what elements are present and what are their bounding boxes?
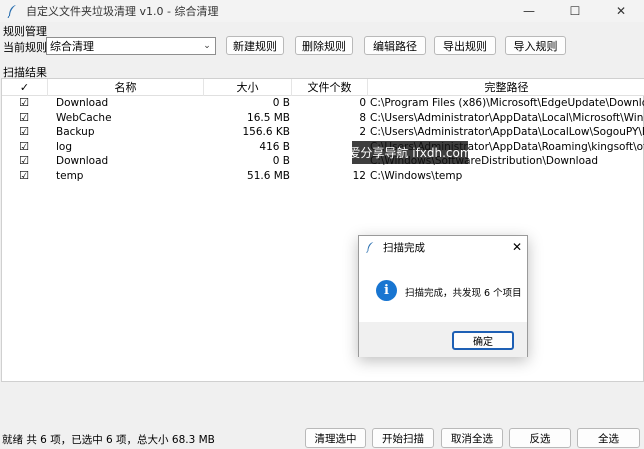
row-name: Download [56,97,109,109]
info-icon: i [376,280,397,301]
maximize-button[interactable]: ☐ [552,0,598,22]
column-header-size[interactable]: 大小 [204,79,292,96]
row-checkbox[interactable]: ☑ [16,140,32,155]
table-row[interactable]: ☑ Backup 156.6 KB 2 C:\Users\Administrat… [2,125,644,140]
rule-row: 当前规则: 综合清理 ⌄ 新建规则 删除规则 编辑路径 导出规则 导入规则 [0,36,644,56]
row-checkbox[interactable]: ☑ [16,111,32,126]
ok-button[interactable]: 确定 [452,331,514,350]
row-path: C:\Users\Administrator\AppData\Local\Mic… [370,111,644,124]
new-rule-button[interactable]: 新建规则 [226,36,284,55]
dialog-message: 扫描完成，共发现 6 个项目 [405,288,522,299]
row-size: 0 B [272,97,290,109]
close-button[interactable]: ✕ [598,0,644,22]
minimize-button[interactable]: — [506,0,552,22]
select-all-button[interactable]: 全选 [577,428,640,448]
row-path: C:\Program Files (x86)\Microsoft\EdgeUpd… [370,97,644,109]
column-header-name[interactable]: 名称 [48,79,204,96]
row-path: C:\Windows\temp [370,169,463,182]
dialog-body: i 扫描完成，共发现 6 个项目 [359,258,527,322]
row-size: 51.6 MB [247,169,290,182]
row-size: 0 B [272,155,290,167]
scan-complete-dialog: 扫描完成 ✕ i 扫描完成，共发现 6 个项目 确定 [358,235,528,357]
row-name: Download [56,155,109,167]
rule-select[interactable]: 综合清理 ⌄ [46,37,216,55]
row-size: 16.5 MB [247,111,290,124]
table-row[interactable]: ☑ Download 0 B 0 C:\Program Files (x86)\… [2,96,644,111]
dialog-title: 扫描完成 [383,241,425,254]
maximize-icon: ☐ [569,4,581,18]
close-icon: ✕ [615,4,627,18]
edit-path-button[interactable]: 编辑路径 [364,36,426,55]
row-size: 156.6 KB [242,126,291,138]
export-rule-button[interactable]: 导出规则 [434,36,496,55]
dialog-title-bar: 扫描完成 ✕ [359,236,527,258]
deselect-all-button[interactable]: 取消全选 [441,428,503,448]
results-table[interactable]: ✓ 名称 大小 文件个数 完整路径 ☑ Download 0 B 0 C:\Pr… [1,78,644,382]
column-header-path[interactable]: 完整路径 [368,79,644,96]
window-title: 自定义文件夹垃圾清理 v1.0 - 综合清理 [26,5,219,18]
dialog-footer: 确定 [359,322,527,357]
row-count: 12 [352,169,366,182]
table-row[interactable]: ☑ temp 51.6 MB 12 C:\Windows\temp [2,169,644,184]
row-count: 2 [359,126,366,138]
row-checkbox[interactable]: ☑ [16,125,32,140]
row-checkbox[interactable]: ☑ [16,169,32,184]
row-count: 0 [359,97,366,109]
title-bar: 自定义文件夹垃圾清理 v1.0 - 综合清理 — ☐ ✕ [0,0,644,22]
column-header-count[interactable]: 文件个数 [292,79,368,96]
column-header-check[interactable]: ✓ [2,79,48,96]
row-name: log [56,140,73,153]
invert-selection-button[interactable]: 反选 [509,428,571,448]
start-scan-button[interactable]: 开始扫描 [372,428,434,448]
table-row[interactable]: ☑ Download 0 B C:\Windows\SoftwareDistri… [2,154,644,169]
feather-icon [5,4,19,18]
row-path: C:\Users\Administrator\AppData\LocalLow\… [370,126,644,138]
row-name: temp [56,169,84,182]
delete-rule-button[interactable]: 删除规则 [295,36,353,55]
watermark: 爱分享导航 ifxdh.com [348,141,472,164]
row-checkbox[interactable]: ☑ [16,154,32,169]
minimize-icon: — [523,4,535,18]
import-rule-button[interactable]: 导入规则 [505,36,566,55]
table-header: ✓ 名称 大小 文件个数 完整路径 [2,79,644,96]
row-count: 8 [359,111,366,124]
table-row[interactable]: ☑ log 416 B C:\Users\Administrator\AppDa… [2,140,644,155]
clean-selected-button[interactable]: 清理选中 [305,428,366,448]
row-name: Backup [56,126,95,138]
status-text: 就绪 共 6 项，已选中 6 项，总大小 68.3 MB [2,434,215,446]
rule-select-value: 综合清理 [50,40,94,53]
chevron-down-icon: ⌄ [203,41,211,51]
row-checkbox[interactable]: ☑ [16,96,32,111]
feather-icon [365,241,377,253]
table-row[interactable]: ☑ WebCache 16.5 MB 8 C:\Users\Administra… [2,111,644,126]
dialog-close-button[interactable]: ✕ [507,240,527,254]
current-rule-label: 当前规则: [3,41,51,54]
row-size: 416 B [259,140,290,153]
row-name: WebCache [56,111,112,124]
